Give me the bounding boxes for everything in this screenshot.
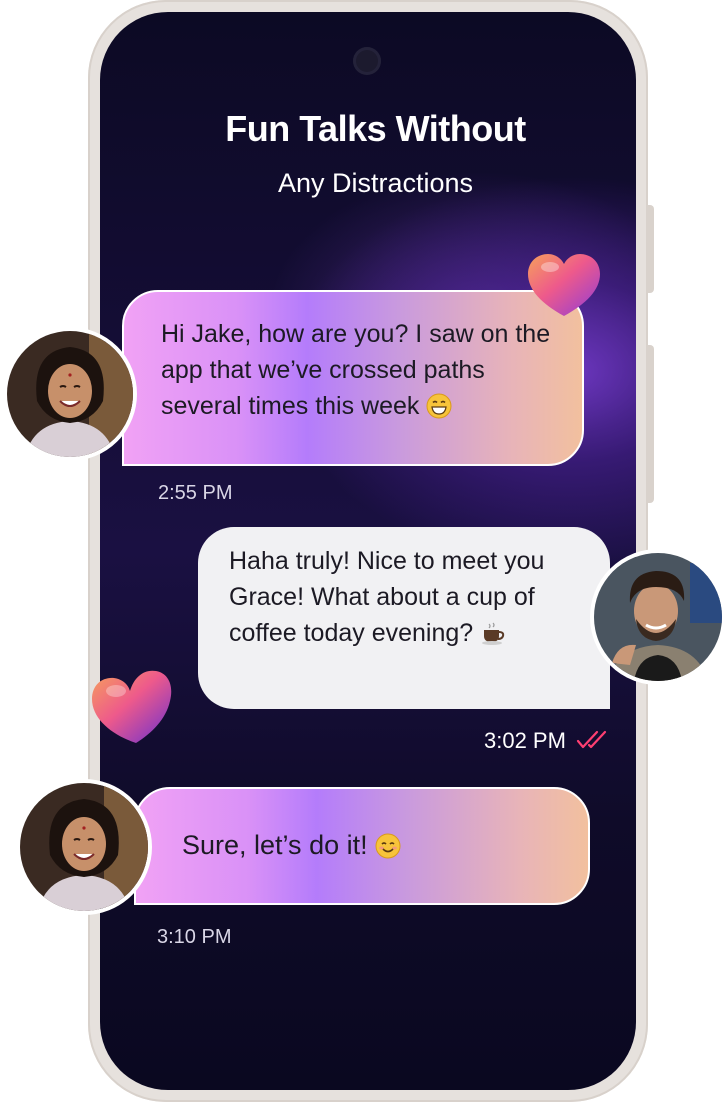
coffee-cup-icon	[482, 622, 505, 645]
front-camera	[353, 47, 381, 75]
phone-mockup: Fun Talks Without Any Distractions Hi Ja…	[0, 0, 728, 1104]
heart-icon	[88, 665, 176, 747]
message-bubble-outgoing[interactable]: Haha truly! Nice to meet you Grace! What…	[198, 527, 610, 709]
message-timestamp: 3:02 PM	[484, 728, 566, 753]
screen-subtitle: Any Distractions	[277, 168, 474, 198]
message-text: Hi Jake, how are you? I saw on the app t…	[161, 320, 551, 420]
volume-button	[646, 205, 654, 293]
power-button	[646, 345, 654, 503]
message-text: Sure, let’s do it!	[182, 830, 368, 860]
read-receipt-icon	[576, 730, 607, 749]
avatar-jake[interactable]	[590, 549, 726, 685]
message-timestamp: 2:55 PM	[158, 482, 233, 504]
avatar-grace[interactable]	[16, 779, 152, 915]
message-bubble-incoming[interactable]: Hi Jake, how are you? I saw on the app t…	[122, 290, 584, 466]
avatar-grace[interactable]	[3, 327, 137, 461]
heart-icon	[524, 250, 604, 320]
grinning-face-icon	[426, 393, 452, 419]
screen-title: Fun Talks Without	[225, 108, 526, 149]
message-timestamp: 3:10 PM	[157, 926, 232, 948]
smiling-face-icon	[375, 833, 401, 859]
message-bubble-incoming[interactable]: Sure, let’s do it!	[134, 787, 590, 905]
